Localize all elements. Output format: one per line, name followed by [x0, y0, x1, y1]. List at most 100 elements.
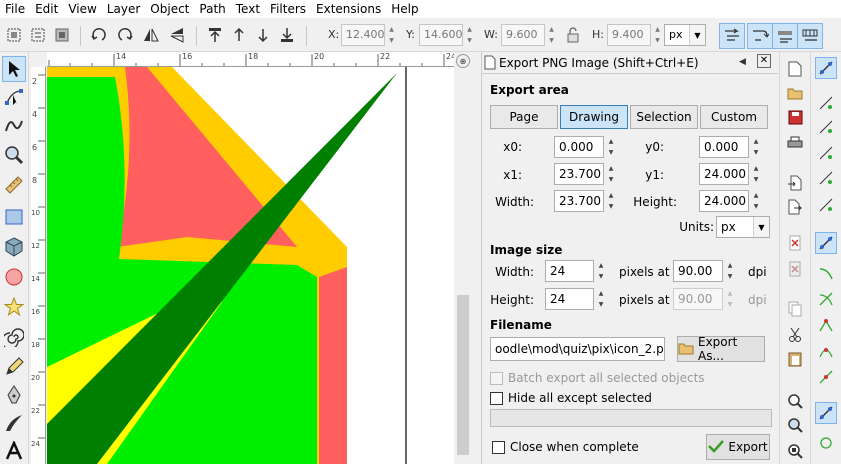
copy-icon[interactable]	[784, 298, 806, 320]
import-icon[interactable]	[784, 172, 806, 194]
img-width-input[interactable]: 24	[545, 260, 594, 282]
cut-icon[interactable]	[784, 324, 806, 346]
snap-paths-icon[interactable]	[815, 262, 837, 284]
y1-spinner[interactable]: ▲ ▼	[750, 163, 762, 185]
y0-input[interactable]: 0.000	[699, 136, 749, 158]
measure-tool-icon[interactable]	[2, 172, 26, 198]
snap-others-icon[interactable]	[815, 402, 837, 424]
horizontal-ruler[interactable]: 12 14 16 18 20 22 24	[47, 52, 454, 67]
close-icon[interactable]: ✕	[757, 54, 771, 68]
hide-all-checkbox[interactable]	[490, 392, 503, 405]
snap-enable-icon[interactable]	[815, 57, 837, 79]
ellipse-tool-icon[interactable]	[2, 264, 26, 290]
lower-icon[interactable]	[252, 24, 274, 46]
x-spinner[interactable]: ▲ ▼	[386, 24, 397, 46]
select-all-layers-icon[interactable]	[27, 24, 49, 46]
zoom-drawing-icon[interactable]	[784, 414, 806, 436]
y1-input[interactable]: 24.000	[699, 163, 749, 185]
flip-horizontal-icon[interactable]	[140, 24, 162, 46]
width-input[interactable]: 23.700	[554, 190, 604, 212]
zoom-toggle-icon[interactable]: ⊕	[456, 54, 470, 68]
drawing-canvas[interactable]	[47, 67, 454, 464]
x1-spinner[interactable]: ▲ ▼	[605, 163, 617, 185]
x0-spinner[interactable]: ▲ ▼	[605, 136, 617, 158]
calligraphy-tool-icon[interactable]	[2, 410, 26, 436]
height-spinner[interactable]: ▲ ▼	[750, 190, 762, 212]
deselect-icon[interactable]	[51, 24, 73, 46]
open-icon[interactable]	[784, 82, 806, 104]
print-icon[interactable]	[784, 132, 806, 154]
units-select[interactable]: px ▼	[716, 216, 770, 238]
menu-help[interactable]: Help	[386, 0, 423, 18]
zoom-tool-icon[interactable]	[2, 142, 26, 168]
zoom-page-icon[interactable]	[784, 440, 806, 462]
x1-input[interactable]: 23.700	[554, 163, 604, 185]
menu-filters[interactable]: Filters	[265, 0, 311, 18]
spiral-tool-icon[interactable]	[2, 324, 26, 350]
y0-spinner[interactable]: ▲ ▼	[750, 136, 762, 158]
menu-view[interactable]: View	[63, 0, 101, 18]
menu-layer[interactable]: Layer	[102, 0, 145, 18]
scale-corners-icon[interactable]	[747, 23, 773, 49]
scrollbar-thumb[interactable]	[457, 295, 469, 455]
vertical-ruler[interactable]: 2 4 6 8 10 12 14 16 18 20 22 24	[31, 67, 46, 464]
area-tab-custom[interactable]: Custom	[700, 105, 768, 129]
menu-extensions[interactable]: Extensions	[311, 0, 386, 18]
transform-gradients-icon[interactable]	[772, 23, 798, 49]
area-tab-drawing[interactable]: Drawing	[560, 105, 628, 129]
y-input[interactable]: 14.600	[419, 24, 463, 46]
rotate-cw-icon[interactable]	[114, 24, 136, 46]
menu-text[interactable]: Text	[231, 0, 265, 18]
area-tab-page[interactable]: Page	[490, 105, 558, 129]
text-tool-icon[interactable]	[2, 438, 26, 464]
undo-history-icon[interactable]	[784, 232, 806, 254]
unit-select[interactable]: px ▼	[664, 24, 706, 46]
select-all-icon[interactable]	[3, 24, 25, 46]
lock-icon[interactable]	[562, 24, 584, 46]
canvas-vertical-scrollbar[interactable]: ⊕	[454, 52, 472, 464]
rectangle-tool-icon[interactable]	[2, 204, 26, 230]
snap-bbox-center-icon[interactable]	[815, 194, 837, 216]
export-icon[interactable]	[784, 196, 806, 218]
node-tool-icon[interactable]	[2, 84, 26, 110]
snap-cusp-icon[interactable]	[815, 314, 837, 336]
scale-stroke-icon[interactable]	[719, 23, 745, 49]
transform-patterns-icon[interactable]	[797, 23, 823, 49]
menu-object[interactable]: Object	[145, 0, 194, 18]
close-when-complete-checkbox[interactable]	[492, 441, 505, 454]
export-button[interactable]: Export	[706, 434, 770, 460]
snap-bbox-icon[interactable]	[815, 92, 837, 114]
zoom-selection-icon[interactable]	[784, 390, 806, 412]
snap-object-rotation-icon[interactable]	[815, 432, 837, 454]
lower-to-bottom-icon[interactable]	[276, 24, 298, 46]
dpi-spinner[interactable]: ▲ ▼	[724, 260, 736, 282]
h-spinner[interactable]: ▲ ▼	[652, 24, 663, 46]
img-width-spinner[interactable]: ▲ ▼	[595, 260, 607, 282]
menu-file[interactable]: File	[0, 0, 30, 18]
paste-icon[interactable]	[784, 348, 806, 370]
menu-path[interactable]: Path	[194, 0, 230, 18]
menu-edit[interactable]: Edit	[30, 0, 63, 18]
w-spinner[interactable]: ▲ ▼	[546, 24, 557, 46]
snap-bbox-edge-icon[interactable]	[815, 116, 837, 138]
snap-intersection-icon[interactable]	[815, 288, 837, 310]
height-input[interactable]: 24.000	[699, 190, 749, 212]
snap-bbox-corner-icon[interactable]	[815, 142, 837, 164]
pencil-tool-icon[interactable]	[2, 354, 26, 380]
snap-bbox-midpoint-icon[interactable]	[815, 167, 837, 189]
save-icon[interactable]	[784, 106, 806, 128]
redo-icon[interactable]	[784, 258, 806, 280]
snap-nodes-icon[interactable]	[815, 232, 837, 254]
star-tool-icon[interactable]	[2, 294, 26, 320]
y-spinner[interactable]: ▲ ▼	[464, 24, 475, 46]
snap-smooth-icon[interactable]	[815, 340, 837, 362]
box3d-tool-icon[interactable]	[2, 234, 26, 260]
pen-tool-icon[interactable]	[2, 382, 26, 408]
width-spinner[interactable]: ▲ ▼	[605, 190, 617, 212]
raise-to-top-icon[interactable]	[204, 24, 226, 46]
selector-tool-icon[interactable]	[2, 56, 26, 82]
x-input[interactable]: 12.400	[341, 24, 385, 46]
img-height-spinner[interactable]: ▲ ▼	[595, 288, 607, 310]
raise-icon[interactable]	[228, 24, 250, 46]
rotate-ccw-icon[interactable]	[88, 24, 110, 46]
